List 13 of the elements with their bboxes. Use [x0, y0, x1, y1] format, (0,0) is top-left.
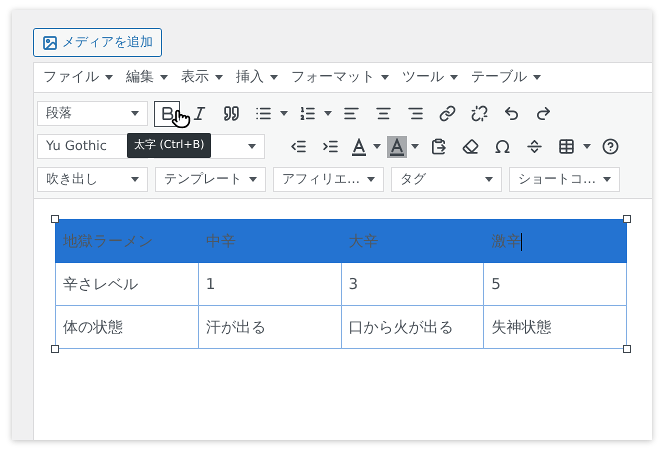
table-cell: 地獄ラーメン	[56, 220, 198, 262]
table-cell: 中辛	[198, 220, 341, 262]
table-cell: 激辛	[484, 220, 626, 262]
table-cell: 3	[341, 262, 484, 306]
tooltip: 太字 (Ctrl+B)	[127, 133, 212, 158]
table-cell: 体の状態	[56, 306, 198, 348]
table-cell: 大辛	[341, 220, 484, 262]
table-cell: 失神状態	[484, 306, 626, 348]
table-cell: 汗が出る	[198, 306, 341, 348]
table-cell: 5	[484, 262, 626, 306]
table-cell: 口から火が出る	[341, 306, 484, 348]
table-cell: 1	[198, 262, 341, 306]
table-cell: 辛さレベル	[56, 262, 198, 306]
